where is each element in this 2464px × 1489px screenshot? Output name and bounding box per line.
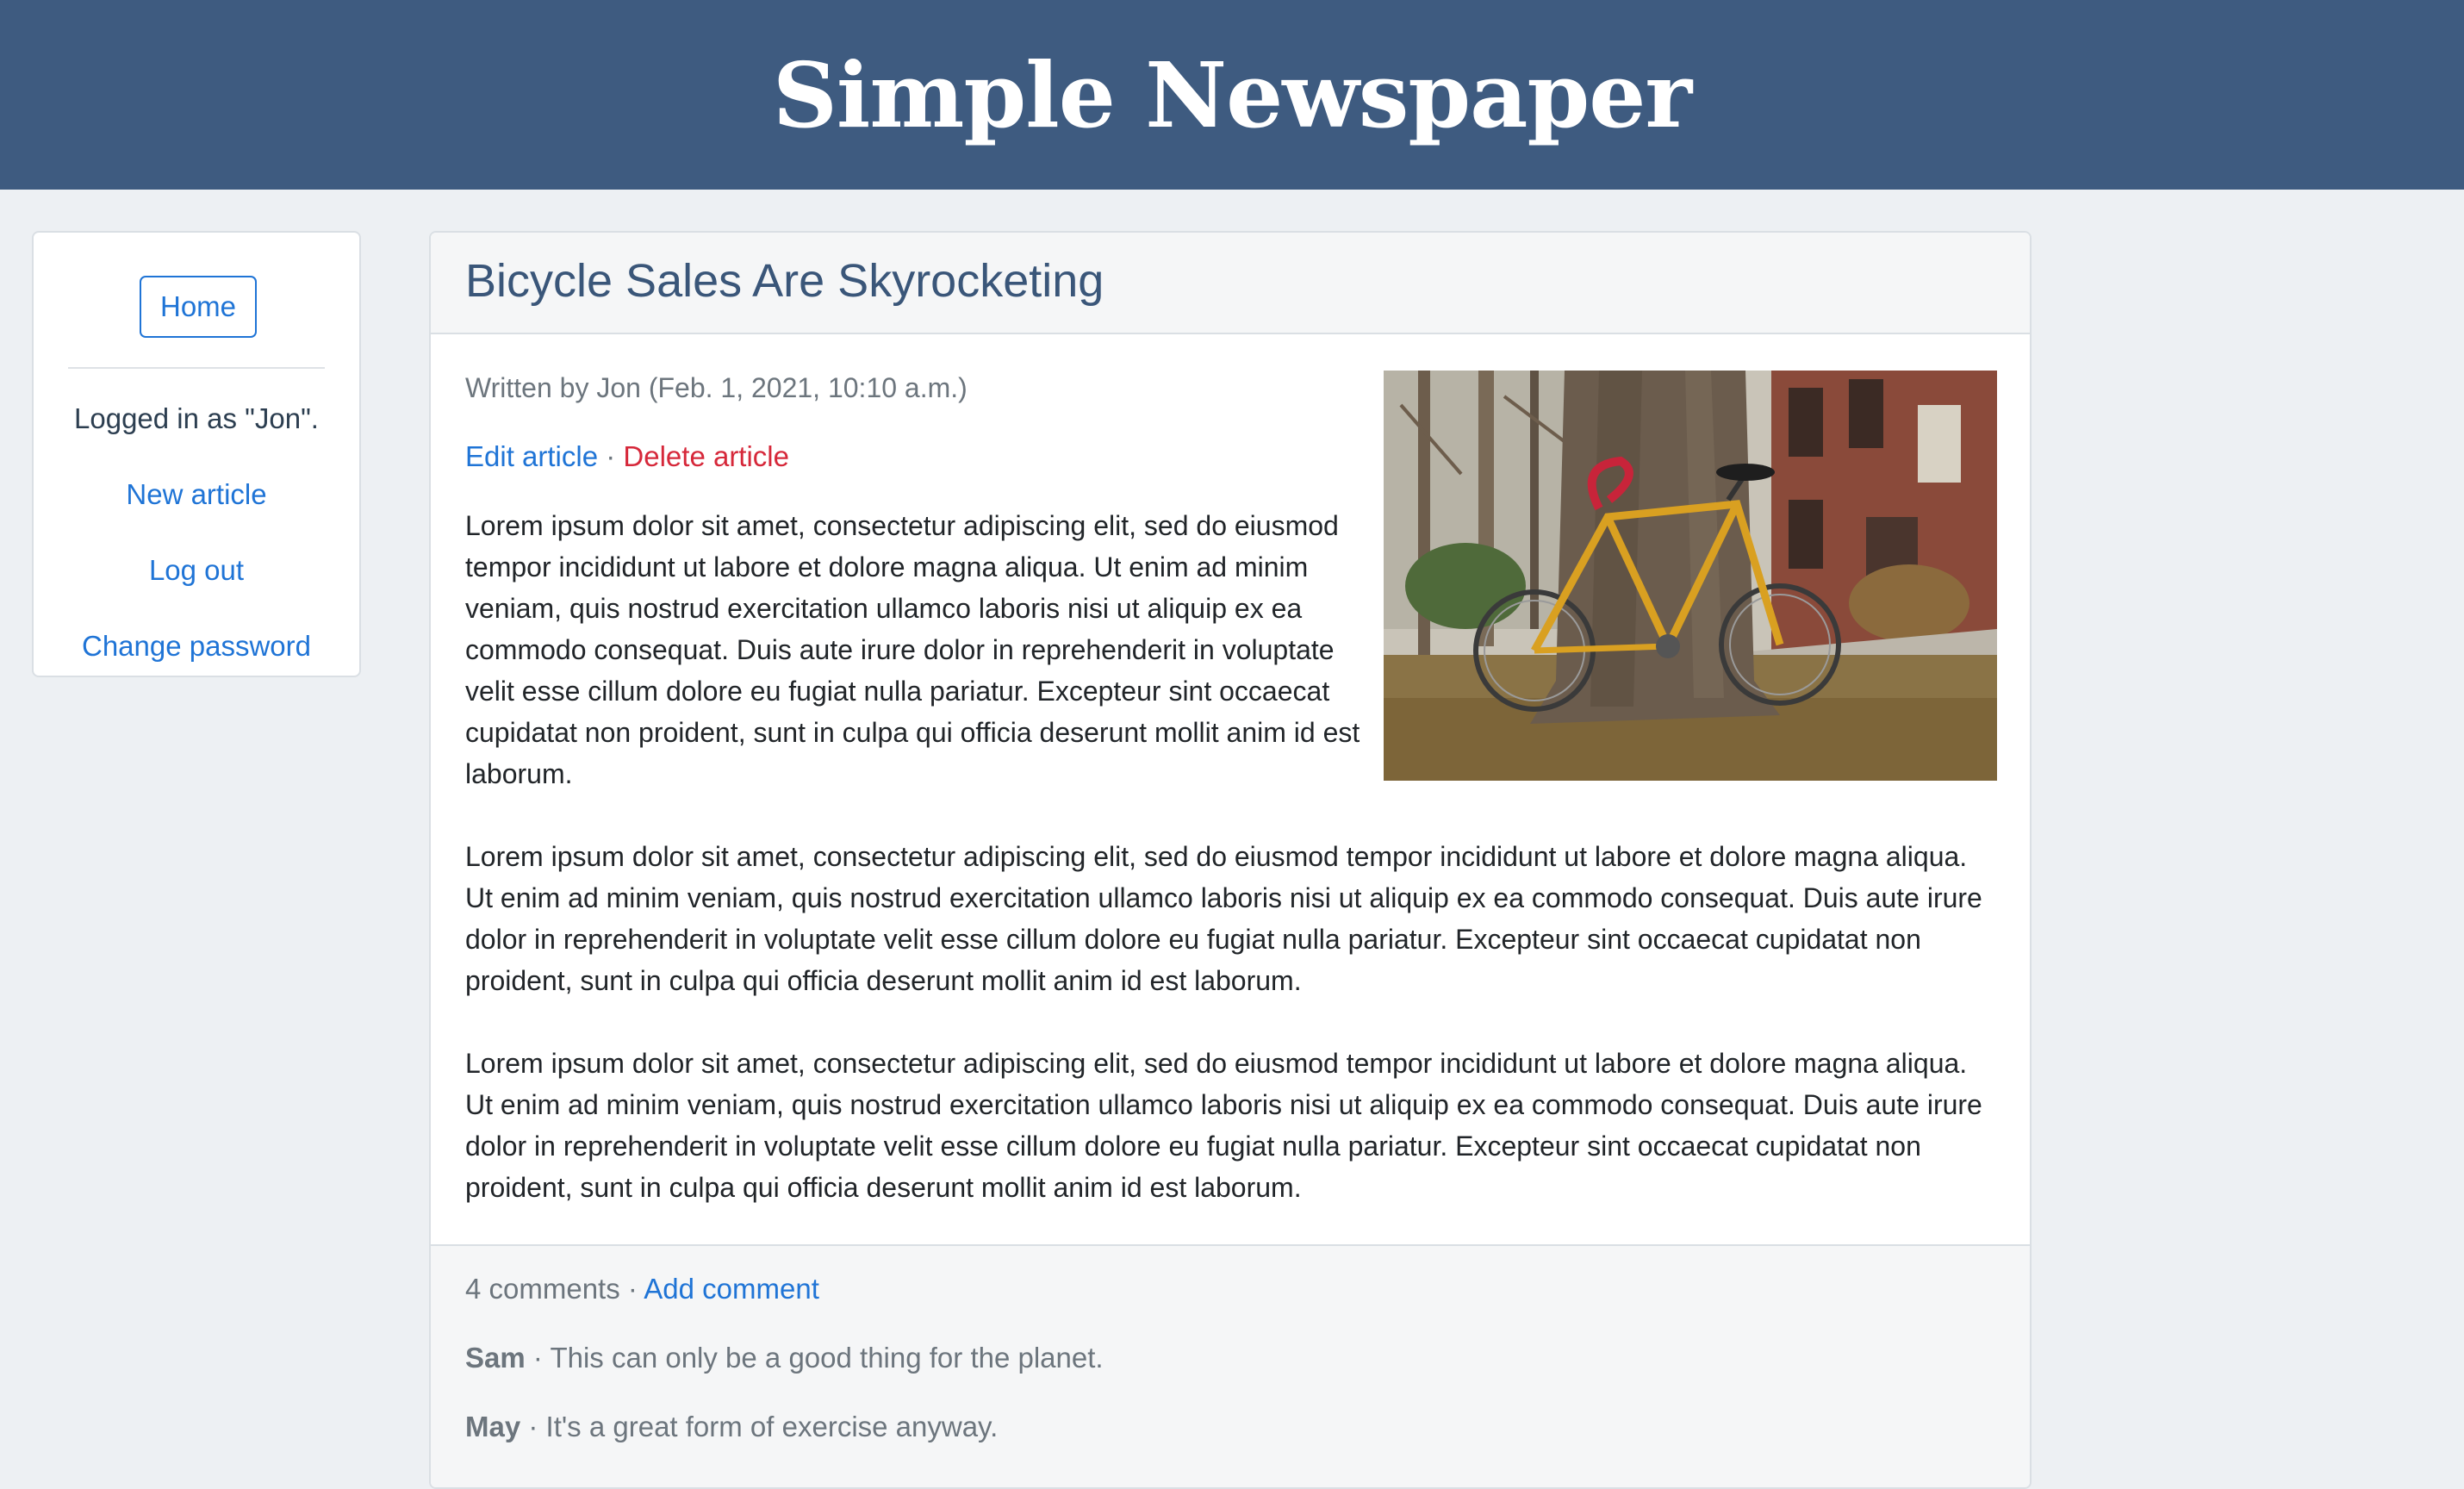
article-header: Bicycle Sales Are Skyrocketing bbox=[431, 233, 2030, 334]
delete-article-link[interactable]: Delete article bbox=[623, 440, 789, 472]
article-byline: Written by Jon (Feb. 1, 2021, 10:10 a.m.… bbox=[465, 372, 968, 403]
edit-article-link[interactable]: Edit article bbox=[465, 440, 598, 472]
comment-count: 4 comments bbox=[465, 1273, 620, 1305]
sidebar: Home Logged in as "Jon". New article Log… bbox=[32, 231, 361, 677]
comments-section: 4 comments · Add comment Sam · This can … bbox=[431, 1244, 2030, 1487]
article-title: Bicycle Sales Are Skyrocketing bbox=[465, 255, 1104, 307]
article-paragraph: Lorem ipsum dolor sit amet, consectetur … bbox=[465, 510, 1360, 789]
logged-in-status: Logged in as "Jon". bbox=[74, 402, 319, 434]
new-article-link[interactable]: New article bbox=[34, 477, 359, 512]
comments-header: 4 comments · Add comment bbox=[465, 1272, 819, 1306]
comment-author: Sam bbox=[465, 1342, 526, 1374]
article-actions: Edit article · Delete article bbox=[465, 439, 789, 474]
log-out-link[interactable]: Log out bbox=[34, 553, 359, 588]
add-comment-link[interactable]: Add comment bbox=[644, 1273, 819, 1305]
comments-separator: · bbox=[627, 1273, 638, 1305]
comment-item: Sam · This can only be a good thing for … bbox=[465, 1341, 1104, 1375]
article-card: Bicycle Sales Are Skyrocketing Written b… bbox=[429, 231, 2032, 1489]
home-button[interactable]: Home bbox=[140, 276, 257, 338]
sidebar-divider bbox=[68, 367, 325, 369]
site-title: Simple Newspaper bbox=[772, 41, 1692, 148]
article-paragraph: Lorem ipsum dolor sit amet, consectetur … bbox=[465, 1048, 1982, 1203]
action-separator: · bbox=[606, 440, 616, 472]
site-header: Simple Newspaper bbox=[0, 0, 2464, 190]
comment-text: It's a great form of exercise anyway. bbox=[545, 1411, 999, 1442]
comment-separator: · bbox=[528, 1411, 538, 1442]
comment-author: May bbox=[465, 1411, 521, 1442]
article-paragraph: Lorem ipsum dolor sit amet, consectetur … bbox=[465, 841, 1982, 996]
change-password-link[interactable]: Change password bbox=[34, 629, 359, 664]
comment-item: May · It's a great form of exercise anyw… bbox=[465, 1410, 998, 1444]
comment-separator: · bbox=[532, 1342, 543, 1374]
comment-text: This can only be a good thing for the pl… bbox=[550, 1342, 1104, 1374]
article-image bbox=[1384, 371, 1997, 781]
